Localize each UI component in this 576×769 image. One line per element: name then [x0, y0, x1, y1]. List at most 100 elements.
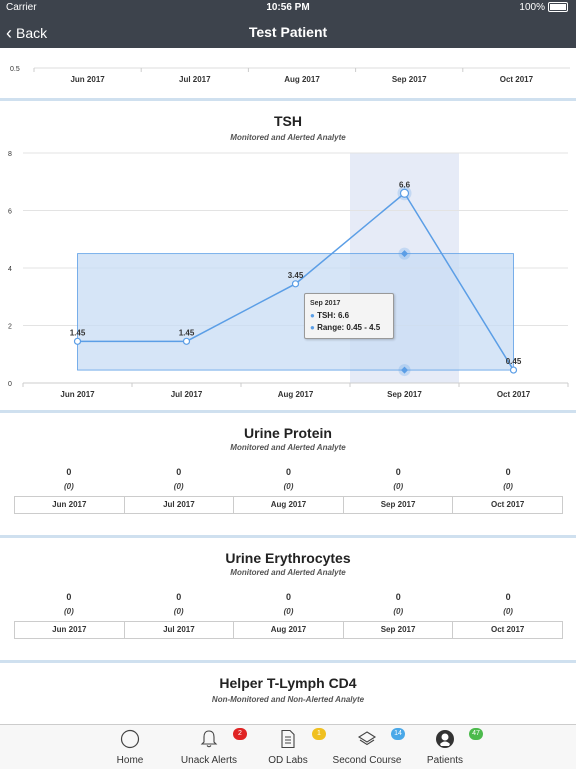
tab-home[interactable]: Home [90, 725, 170, 769]
month-row: Jun 2017 Jul 2017 Aug 2017 Sep 2017 Oct 2017 [14, 621, 563, 639]
y-tick-label: 8 [8, 151, 12, 158]
data-label: 1.45 [179, 328, 195, 337]
tooltip-range-text: Range: 0.45 - 4.5 [317, 323, 381, 332]
tsh-section: TSH Monitored and Alerted Analyte 0 2 4 6 8 J… [0, 101, 576, 413]
helper-t-subtitle: Non-Monitored and Non-Alerted Analyte [211, 695, 365, 704]
subvalue-cell: (0) [283, 482, 294, 491]
urine-protein-title: Urine Protein [244, 425, 332, 441]
subvalue-cell: (0) [283, 607, 294, 616]
tooltip-value-text: TSH: 6.6 [317, 311, 350, 320]
x-tick-label: Sep 2017 [387, 390, 422, 399]
data-point[interactable] [399, 188, 410, 198]
month-label: Aug 2017 [284, 75, 320, 84]
tab-patients[interactable]: 47 Patients [405, 725, 485, 769]
document-icon [281, 729, 295, 749]
status-bar: Carrier 10:56 PM 100% [0, 0, 576, 16]
y-tick-label: 0 [8, 381, 12, 388]
badge: 1 [312, 728, 326, 740]
subvalue-cell: (0) [173, 482, 184, 491]
value-cell: 0 [505, 592, 511, 602]
month-cell: Jun 2017 [14, 497, 125, 513]
tab-unack-alerts[interactable]: 2 Unack Alerts [169, 725, 249, 769]
subvalue-row: (0) (0) (0) (0) (0) [14, 482, 563, 491]
patient-icon [436, 730, 454, 748]
value-cell: 0 [285, 592, 291, 602]
y-tick-label: 0.5 [10, 66, 20, 73]
tab-label: Patients [426, 755, 464, 766]
subvalue-cell: (0) [503, 607, 513, 616]
month-cell: Sep 2017 [344, 622, 454, 638]
urine-erythrocytes-title: Urine Erythrocytes [225, 550, 351, 566]
tab-label: Unack Alerts [180, 755, 238, 766]
month-label: Jul 2017 [179, 75, 211, 84]
subvalue-cell: (0) [393, 607, 404, 616]
tab-label: Home [116, 755, 144, 766]
subvalue-cell: (0) [64, 482, 74, 491]
data-point[interactable] [73, 337, 82, 345]
month-cell: Jul 2017 [125, 622, 235, 638]
month-cell: Jul 2017 [125, 497, 235, 513]
y-tick-label: 6 [8, 209, 12, 216]
tab-second-course[interactable]: 14 Second Course [327, 725, 407, 769]
tab-label: OD Labs [268, 755, 308, 766]
value-cell: 0 [66, 467, 72, 477]
subvalue-cell: (0) [173, 607, 184, 616]
y-tick-label: 4 [8, 266, 12, 273]
month-cell: Jun 2017 [14, 622, 125, 638]
value-row: 0 0 0 0 0 [14, 467, 563, 477]
data-label: 6.6 [399, 180, 411, 189]
battery-indicator: 100% [519, 2, 568, 13]
month-cell: Oct 2017 [453, 497, 563, 513]
month-label: Oct 2017 [500, 75, 534, 84]
data-point[interactable] [291, 280, 300, 288]
tooltip-range: ● Range: 0.45 - 4.5 [310, 323, 381, 332]
urine-erythrocytes-subtitle: Monitored and Alerted Analyte [230, 568, 346, 577]
page-title: Test Patient [248, 24, 328, 40]
data-label: 3.45 [288, 271, 304, 280]
x-tick-label: Jul 2017 [171, 390, 203, 399]
analyte-list[interactable]: 0.5 Jun 2017 Jul 2017 Aug 2017 Sep 2017 Oct … [0, 48, 576, 724]
tooltip-month: Sep 2017 [310, 300, 341, 307]
data-label: 0.45 [506, 357, 522, 366]
month-label: Sep 2017 [392, 75, 427, 84]
urine-protein-subtitle: Monitored and Alerted Analyte [230, 443, 346, 452]
battery-icon [548, 2, 568, 13]
tab-bar: Home 2 Unack Alerts 1 OD Labs 14 Second … [0, 724, 576, 769]
month-cell: Aug 2017 [234, 497, 344, 513]
value-cell: 0 [285, 467, 291, 477]
value-row: 0 0 0 0 0 [14, 592, 563, 602]
urine-erythrocytes-table: 0 0 0 0 0 (0) (0) (0) (0) (0) Jun 2017 Jul 2017 Au… [14, 592, 563, 639]
data-point[interactable] [182, 337, 191, 345]
data-label: 1.45 [70, 328, 86, 337]
month-cell: Sep 2017 [344, 497, 454, 513]
subvalue-cell: (0) [503, 482, 513, 491]
badge: 2 [233, 728, 247, 740]
clock: 10:56 PM [266, 2, 310, 13]
layers-icon [357, 731, 377, 746]
subvalue-cell: (0) [64, 607, 74, 616]
y-tick-label: 2 [8, 324, 12, 331]
partial-chart: 0.5 Jun 2017 Jul 2017 Aug 2017 Sep 2017 Oct … [10, 66, 570, 84]
value-cell: 0 [395, 467, 401, 477]
partial-chart-section: 0.5 Jun 2017 Jul 2017 Aug 2017 Sep 2017 Oct … [0, 48, 576, 101]
bell-icon [200, 730, 218, 748]
month-label: Jun 2017 [70, 75, 105, 84]
tsh-chart[interactable]: 0 2 4 6 8 Jun 2017 Jul 2017 Aug 2017 Sep 2017 Oct… [0, 147, 576, 407]
subvalue-cell: (0) [393, 482, 404, 491]
data-point[interactable] [509, 366, 518, 374]
tsh-tooltip: Sep 2017 ● TSH: 6.6 ● Range: 0.45 - 4.5 [304, 293, 394, 339]
helper-t-title: Helper T-Lymph CD4 [219, 675, 357, 691]
tsh-subtitle: Monitored and Alerted Analyte [230, 133, 346, 142]
urine-erythrocytes-section: Urine Erythrocytes Monitored and Alerted… [0, 538, 576, 663]
tab-od-labs[interactable]: 1 OD Labs [248, 725, 328, 769]
tooltip-value: ● TSH: 6.6 [310, 311, 350, 320]
urine-protein-section: Urine Protein Monitored and Alerted Anal… [0, 413, 576, 538]
badge: 14 [391, 728, 405, 740]
x-tick-label: Jun 2017 [60, 390, 95, 399]
month-cell: Aug 2017 [234, 622, 344, 638]
home-icon [120, 729, 140, 749]
month-row: Jun 2017 Jul 2017 Aug 2017 Sep 2017 Oct 2017 [14, 496, 563, 514]
value-cell: 0 [505, 467, 511, 477]
battery-percent: 100% [519, 2, 545, 13]
subvalue-row: (0) (0) (0) (0) (0) [14, 607, 563, 616]
